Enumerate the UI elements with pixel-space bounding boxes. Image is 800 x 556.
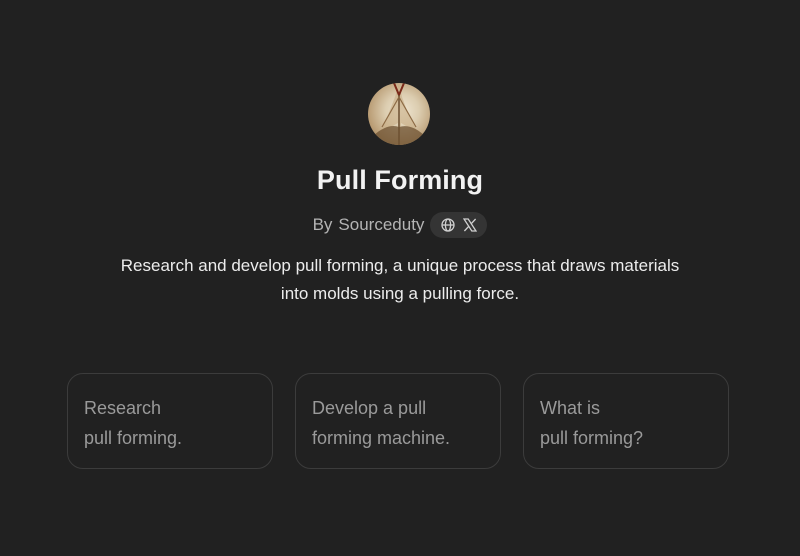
prompt-line: pull forming?	[540, 428, 644, 448]
author-line: By Sourceduty	[0, 212, 800, 238]
gpt-avatar	[368, 83, 430, 145]
prompt-line: forming machine.	[312, 428, 451, 448]
author-prefix: By	[312, 215, 333, 234]
prompt-line: pull forming.	[84, 428, 183, 448]
prompt-card-what-is[interactable]: What is pull forming?	[523, 373, 729, 469]
globe-icon[interactable]	[440, 218, 455, 233]
prompt-line: Develop a pull	[312, 398, 427, 418]
gpt-title: Pull Forming	[316, 165, 484, 195]
prompt-card-develop[interactable]: Develop a pull forming machine.	[295, 373, 501, 469]
prompt-line: What is	[540, 398, 601, 418]
gpt-description: Research and develop pull forming, a uni…	[120, 256, 680, 303]
prompt-line: Research	[84, 398, 162, 418]
gpt-landing: Pull Forming By Sourceduty Research and …	[0, 0, 800, 556]
prompt-card-research[interactable]: Research pull forming.	[67, 373, 273, 469]
author-name: Sourceduty	[338, 215, 425, 234]
social-links	[430, 212, 488, 238]
x-logo-icon[interactable]	[462, 218, 477, 233]
